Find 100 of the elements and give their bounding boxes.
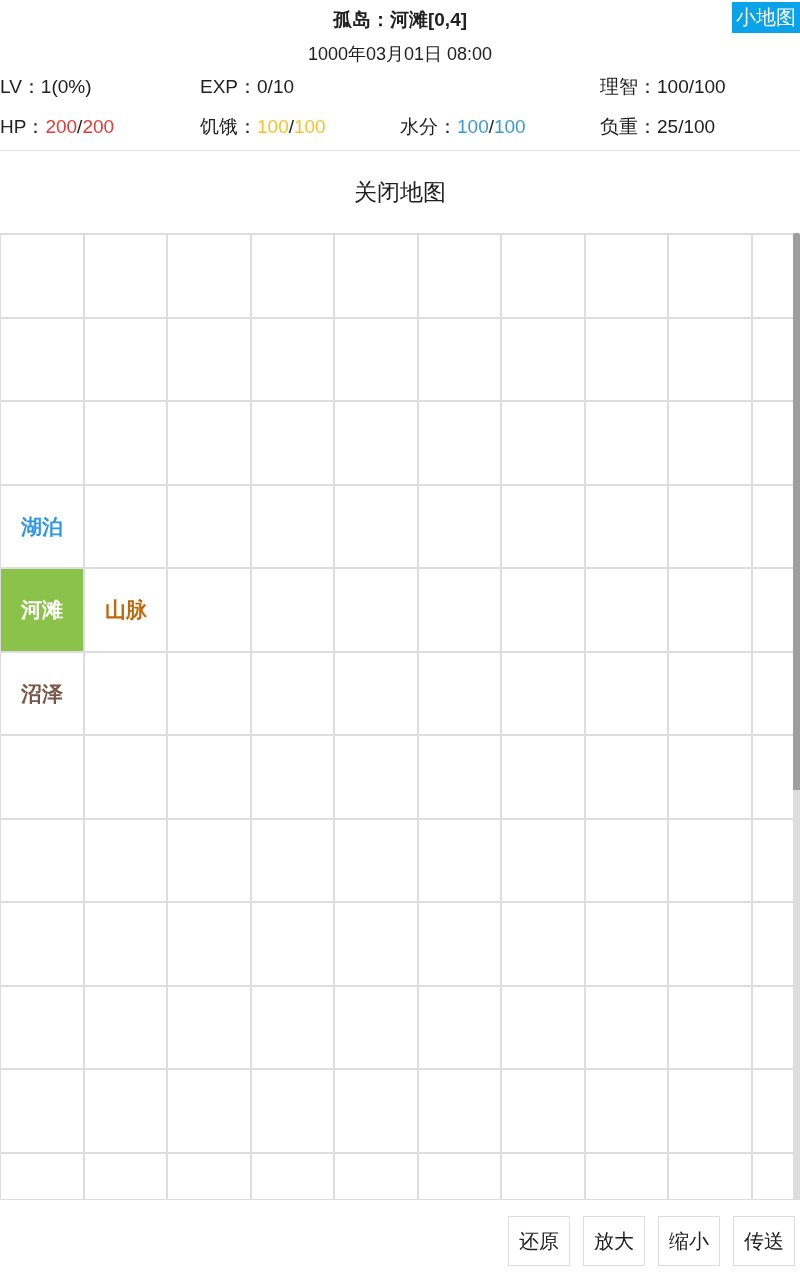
map-cell[interactable] (168, 319, 252, 402)
map-cell[interactable] (85, 402, 168, 486)
map-cell[interactable] (586, 987, 669, 1070)
map-cell[interactable] (335, 1070, 419, 1154)
map-cell[interactable] (502, 235, 586, 319)
map-cell[interactable] (335, 486, 419, 569)
map-cell[interactable] (669, 903, 753, 987)
map-cell[interactable] (335, 987, 419, 1070)
map-cell[interactable] (335, 402, 419, 486)
map-cell[interactable] (502, 653, 586, 736)
map-cell[interactable] (1, 1070, 85, 1154)
map-cell[interactable] (252, 486, 335, 569)
map-cell[interactable] (669, 736, 753, 820)
map-cell[interactable] (419, 903, 502, 987)
map-cell[interactable] (85, 653, 168, 736)
map-cell[interactable]: 沼泽 (1, 653, 85, 736)
map-cell[interactable] (252, 569, 335, 653)
map-cell[interactable] (419, 736, 502, 820)
map-cell[interactable] (1, 235, 85, 319)
map-cell[interactable] (85, 820, 168, 903)
map-action-button[interactable]: 放大 (583, 1216, 645, 1266)
map-cell[interactable] (502, 1154, 586, 1200)
map-cell[interactable] (586, 820, 669, 903)
map-cell[interactable] (419, 1070, 502, 1154)
map-cell[interactable] (335, 820, 419, 903)
map-cell[interactable] (502, 820, 586, 903)
map-cell[interactable] (502, 987, 586, 1070)
map-cell[interactable] (168, 486, 252, 569)
map-cell[interactable] (168, 736, 252, 820)
map-cell[interactable]: 山脉 (85, 569, 168, 653)
map-cell[interactable] (669, 987, 753, 1070)
map-cell[interactable] (168, 1070, 252, 1154)
map-cell[interactable] (669, 653, 753, 736)
map-cell[interactable] (168, 1154, 252, 1200)
map-cell[interactable] (168, 903, 252, 987)
map-cell[interactable] (1, 736, 85, 820)
map-cell[interactable] (335, 903, 419, 987)
map-action-button[interactable]: 缩小 (658, 1216, 720, 1266)
scrollbar-track[interactable] (793, 233, 800, 1200)
map-cell[interactable] (502, 319, 586, 402)
map-cell[interactable] (252, 653, 335, 736)
map-cell[interactable] (669, 1154, 753, 1200)
map-cell[interactable] (1, 1154, 85, 1200)
map-cell[interactable] (85, 1070, 168, 1154)
map-cell[interactable] (502, 903, 586, 987)
map-cell[interactable] (502, 1070, 586, 1154)
map-action-button[interactable]: 还原 (508, 1216, 570, 1266)
map-cell[interactable] (419, 987, 502, 1070)
map-cell[interactable] (669, 569, 753, 653)
map-cell[interactable] (586, 736, 669, 820)
map-cell[interactable] (252, 820, 335, 903)
map-cell[interactable] (252, 319, 335, 402)
map-cell[interactable] (168, 402, 252, 486)
map-cell[interactable] (85, 903, 168, 987)
map-cell[interactable] (252, 1154, 335, 1200)
map-cell[interactable] (586, 569, 669, 653)
map-cell[interactable] (85, 486, 168, 569)
map-cell[interactable] (669, 402, 753, 486)
map-cell[interactable] (335, 235, 419, 319)
map-cell[interactable] (252, 903, 335, 987)
map-cell[interactable] (252, 987, 335, 1070)
map-cell[interactable] (252, 235, 335, 319)
map-cell[interactable] (502, 402, 586, 486)
map-cell[interactable] (586, 319, 669, 402)
close-map-button[interactable]: 关闭地图 (354, 177, 446, 207)
map-action-button[interactable]: 传送 (733, 1216, 795, 1266)
map-cell[interactable] (586, 903, 669, 987)
map-cell[interactable] (419, 820, 502, 903)
map-cell[interactable] (168, 820, 252, 903)
map-cell[interactable] (586, 1154, 669, 1200)
map-cell[interactable] (85, 319, 168, 402)
map-cell[interactable] (419, 486, 502, 569)
scrollbar-thumb[interactable] (793, 233, 800, 790)
map-cell[interactable] (252, 1070, 335, 1154)
map-cell[interactable] (335, 736, 419, 820)
map-cell[interactable] (586, 402, 669, 486)
map-cell[interactable] (252, 402, 335, 486)
map-cell[interactable] (586, 235, 669, 319)
map-cell[interactable] (502, 569, 586, 653)
map-cell[interactable] (335, 1154, 419, 1200)
map-cell[interactable] (335, 653, 419, 736)
map-cell[interactable] (85, 235, 168, 319)
map-cell[interactable] (669, 1070, 753, 1154)
map-cell[interactable] (1, 903, 85, 987)
map-cell[interactable] (502, 486, 586, 569)
map-cell[interactable] (1, 820, 85, 903)
map-cell[interactable] (168, 235, 252, 319)
map-cell[interactable] (168, 987, 252, 1070)
map-cell[interactable] (1, 319, 85, 402)
map-cell[interactable] (669, 319, 753, 402)
map-cell[interactable] (419, 402, 502, 486)
map-cell[interactable] (586, 486, 669, 569)
map-cell[interactable] (419, 1154, 502, 1200)
map-cell[interactable] (85, 736, 168, 820)
map-cell[interactable] (586, 653, 669, 736)
map-cell[interactable] (335, 569, 419, 653)
map-cell[interactable] (669, 235, 753, 319)
map-cell[interactable] (586, 1070, 669, 1154)
map-cell[interactable] (669, 486, 753, 569)
map-cell[interactable] (419, 235, 502, 319)
